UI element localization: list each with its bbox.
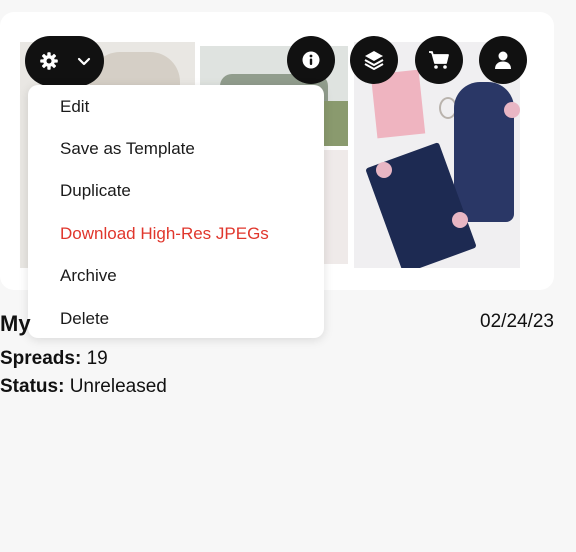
- layers-button[interactable]: [350, 36, 398, 84]
- status-info: Status: Unreleased: [0, 376, 167, 398]
- status-value: Unreleased: [69, 376, 167, 397]
- account-button[interactable]: [479, 36, 527, 84]
- menu-item-download-high-res-jpegs[interactable]: Download High-Res JPEGs: [60, 224, 269, 244]
- info-button[interactable]: [287, 36, 335, 84]
- menu-item-duplicate[interactable]: Duplicate: [60, 181, 131, 201]
- status-label: Status:: [0, 376, 65, 397]
- settings-dropdown-menu: Edit Save as Template Duplicate Download…: [28, 85, 324, 338]
- spreads-value: 19: [86, 348, 108, 369]
- project-title: My: [0, 311, 31, 336]
- menu-item-save-as-template[interactable]: Save as Template: [60, 139, 195, 159]
- spreads-info: Spreads: 19: [0, 348, 108, 370]
- project-date: 02/24/23: [480, 311, 554, 332]
- chevron-down-icon: [76, 53, 92, 69]
- menu-item-edit[interactable]: Edit: [60, 97, 89, 117]
- info-icon: [301, 50, 321, 70]
- menu-item-archive[interactable]: Archive: [60, 266, 117, 286]
- cart-button[interactable]: [415, 36, 463, 84]
- user-icon: [493, 50, 513, 70]
- settings-dropdown-button[interactable]: [25, 36, 104, 86]
- spreads-label: Spreads:: [0, 348, 82, 369]
- menu-item-delete[interactable]: Delete: [60, 309, 109, 329]
- layers-icon: [363, 49, 385, 71]
- cart-icon: [428, 49, 450, 71]
- gear-icon: [39, 51, 59, 71]
